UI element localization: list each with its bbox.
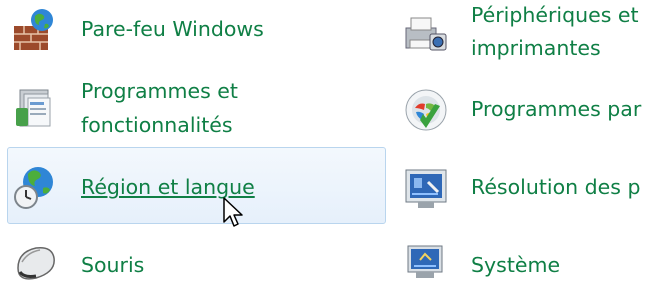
troubleshooting-icon (402, 164, 450, 212)
item-label: Souris (81, 253, 145, 277)
system-icon (402, 238, 450, 286)
programs-features-icon (12, 84, 60, 132)
item-region-et-langue[interactable]: Région et langue (10, 152, 380, 218)
item-label-line-2: imprimantes (471, 36, 601, 60)
item-peripheriques-et-imprimantes[interactable]: Périphériques et imprimantes (400, 0, 665, 64)
item-label: Résolution des p (471, 175, 641, 199)
item-label-line-2: fonctionnalités (81, 113, 233, 137)
item-programmes-et-fonctionnalites[interactable]: Programmes et fonctionnalités (10, 76, 380, 140)
firewall-icon (10, 6, 58, 54)
item-pare-feu-windows[interactable]: Pare-feu Windows (10, 6, 380, 54)
item-label: Programmes par (471, 97, 642, 121)
mouse-icon (12, 238, 60, 286)
item-label-line-1: Programmes et (81, 79, 238, 103)
item-label: Système (471, 253, 561, 277)
mouse-cursor-icon (223, 197, 243, 227)
item-systeme[interactable]: Système (400, 242, 665, 282)
item-label-line-1: Périphériques et (471, 3, 639, 27)
devices-printers-icon (402, 10, 450, 58)
item-programmes-par-defaut[interactable]: Programmes par (400, 86, 665, 134)
region-language-icon (12, 164, 60, 212)
item-resolution-des-problemes[interactable]: Résolution des p (400, 164, 665, 212)
default-programs-icon (402, 86, 450, 134)
item-souris[interactable]: Souris (10, 242, 380, 282)
item-label: Pare-feu Windows (81, 17, 264, 41)
